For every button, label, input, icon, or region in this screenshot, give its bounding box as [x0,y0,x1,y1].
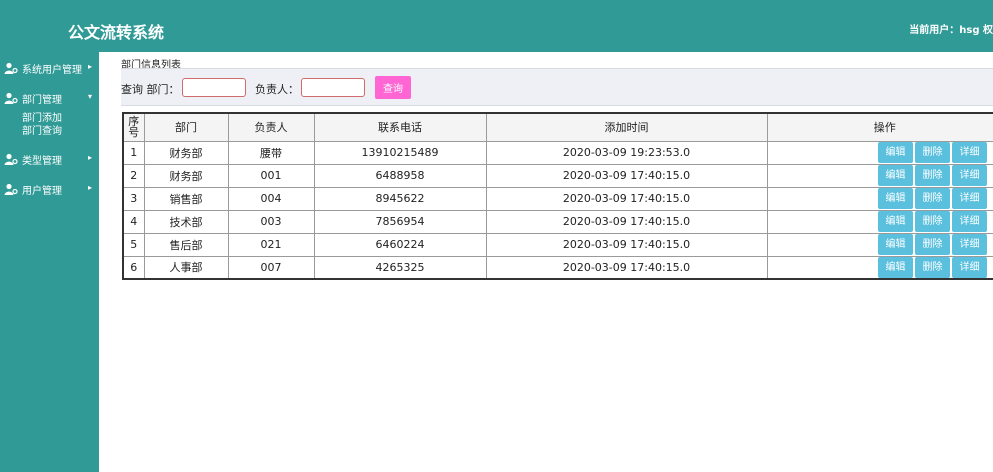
cell-phone: 7856954 [313,209,487,234]
cell-dept: 售后部 [143,232,229,257]
cell-time: 2020-03-09 17:40:15.0 [485,232,768,257]
cell-owner: 004 [227,186,315,211]
query-button[interactable]: 查询 [375,76,411,99]
table-row: 1 财务部 腰带 13910215489 2020-03-09 19:23:53… [122,140,993,165]
sidebar-item-label: 类型管理 [22,156,62,167]
cell-owner: 001 [227,163,315,188]
cell-owner: 021 [227,232,315,257]
sidebar-item-label: 部门管理 [22,95,62,106]
detail-button[interactable]: 详细 [952,211,987,232]
cell-owner: 腰带 [227,140,315,165]
cell-seq: 1 [122,140,145,165]
query-bar: 查询 部门： 负责人： 查询 [121,68,993,106]
delete-button[interactable]: 删除 [915,211,950,232]
delete-button[interactable]: 删除 [915,234,950,255]
cell-seq: 6 [122,255,145,280]
cell-phone: 13910215489 [313,140,487,165]
col-header-ops: 操作 [766,112,993,142]
sidebar-item-user-manage[interactable]: 用户管理 ▸ [0,181,99,197]
current-user-info: 当前用户：hsg 权 [909,25,993,36]
cell-time: 2020-03-09 17:40:15.0 [485,209,768,234]
delete-button[interactable]: 删除 [915,188,950,209]
cell-dept: 财务部 [143,140,229,165]
edit-button[interactable]: 编辑 [878,165,913,186]
cell-time: 2020-03-09 17:40:15.0 [485,186,768,211]
app-title: 公文流转系统 [68,23,165,42]
submenu-dept-add[interactable]: 部门添加 [22,112,62,125]
cell-dept: 人事部 [143,255,229,280]
delete-button[interactable]: 删除 [915,142,950,163]
cell-seq: 5 [122,232,145,257]
sidebar: 系统用户管理 ▸ 部门管理 ▾ 部门添加 部门查询 类型管理 ▸ 用户管理 ▸ [0,52,99,472]
cell-dept: 财务部 [143,163,229,188]
table-header-row: 序号 部门 负责人 联系电话 添加时间 操作 [122,112,993,142]
chevron-right-icon: ▸ [88,153,93,162]
edit-button[interactable]: 编辑 [878,234,913,255]
cell-ops: 编辑 删除 详细 [766,163,993,188]
col-header-phone: 联系电话 [313,112,487,142]
cell-seq: 4 [122,209,145,234]
query-owner-label: 负责人： [255,83,299,96]
cell-ops: 编辑 删除 详细 [766,186,993,211]
cell-ops: 编辑 删除 详细 [766,140,993,165]
cell-owner: 007 [227,255,315,280]
sidebar-item-type-manage[interactable]: 类型管理 ▸ [0,151,99,167]
cell-dept: 销售部 [143,186,229,211]
edit-button[interactable]: 编辑 [878,142,913,163]
col-header-seq: 序号 [122,112,145,142]
table-row: 4 技术部 003 7856954 2020-03-09 17:40:15.0 … [122,209,993,234]
owner-search-input[interactable] [301,78,365,97]
cell-seq: 2 [122,163,145,188]
chevron-right-icon: ▸ [88,62,93,71]
cell-dept: 技术部 [143,209,229,234]
query-dept-label: 查询 部门： [121,83,180,96]
main-content: 部门信息列表 查询 部门： 负责人： 查询 序号 部门 负责人 联系电话 添加时… [115,52,993,472]
cell-time: 2020-03-09 17:40:15.0 [485,163,768,188]
dept-submenu: 部门添加 部门查询 [22,112,62,138]
detail-button[interactable]: 详细 [952,188,987,209]
col-header-dept: 部门 [143,112,229,142]
cell-phone: 8945622 [313,186,487,211]
chevron-right-icon: ▸ [88,183,93,192]
delete-button[interactable]: 删除 [915,165,950,186]
cell-phone: 6460224 [313,232,487,257]
col-header-time: 添加时间 [485,112,768,142]
cell-time: 2020-03-09 19:23:53.0 [485,140,768,165]
cell-time: 2020-03-09 17:40:15.0 [485,255,768,280]
table-row: 2 财务部 001 6488958 2020-03-09 17:40:15.0 … [122,163,993,188]
top-header: 公文流转系统 当前用户：hsg 权 [0,0,993,52]
dept-table: 序号 部门 负责人 联系电话 添加时间 操作 1 财务部 腰带 13910215… [122,112,993,280]
sidebar-item-label: 用户管理 [22,186,62,197]
cell-ops: 编辑 删除 详细 [766,209,993,234]
user-icon [4,92,18,104]
submenu-dept-query[interactable]: 部门查询 [22,125,62,138]
edit-button[interactable]: 编辑 [878,211,913,232]
cell-ops: 编辑 删除 详细 [766,232,993,257]
table-row: 5 售后部 021 6460224 2020-03-09 17:40:15.0 … [122,232,993,257]
user-icon [4,153,18,165]
detail-button[interactable]: 详细 [952,165,987,186]
cell-seq: 3 [122,186,145,211]
cell-ops: 编辑 删除 详细 [766,255,993,280]
detail-button[interactable]: 详细 [952,142,987,163]
chevron-down-icon: ▾ [88,92,93,101]
col-header-owner: 负责人 [227,112,315,142]
sidebar-item-dept-manage[interactable]: 部门管理 ▾ [0,90,99,106]
edit-button[interactable]: 编辑 [878,256,913,278]
cell-phone: 6488958 [313,163,487,188]
table-row: 3 销售部 004 8945622 2020-03-09 17:40:15.0 … [122,186,993,211]
sidebar-item-label: 系统用户管理 [22,65,82,76]
content-gap [99,52,115,472]
cell-owner: 003 [227,209,315,234]
delete-button[interactable]: 删除 [915,256,950,278]
detail-button[interactable]: 详细 [952,256,987,278]
sidebar-item-system-users[interactable]: 系统用户管理 ▸ [0,60,99,76]
table-row: 6 人事部 007 4265325 2020-03-09 17:40:15.0 … [122,255,993,280]
cell-phone: 4265325 [313,255,487,280]
dept-search-input[interactable] [182,78,246,97]
user-icon [4,183,18,195]
edit-button[interactable]: 编辑 [878,188,913,209]
detail-button[interactable]: 详细 [952,234,987,255]
user-icon [4,62,18,74]
